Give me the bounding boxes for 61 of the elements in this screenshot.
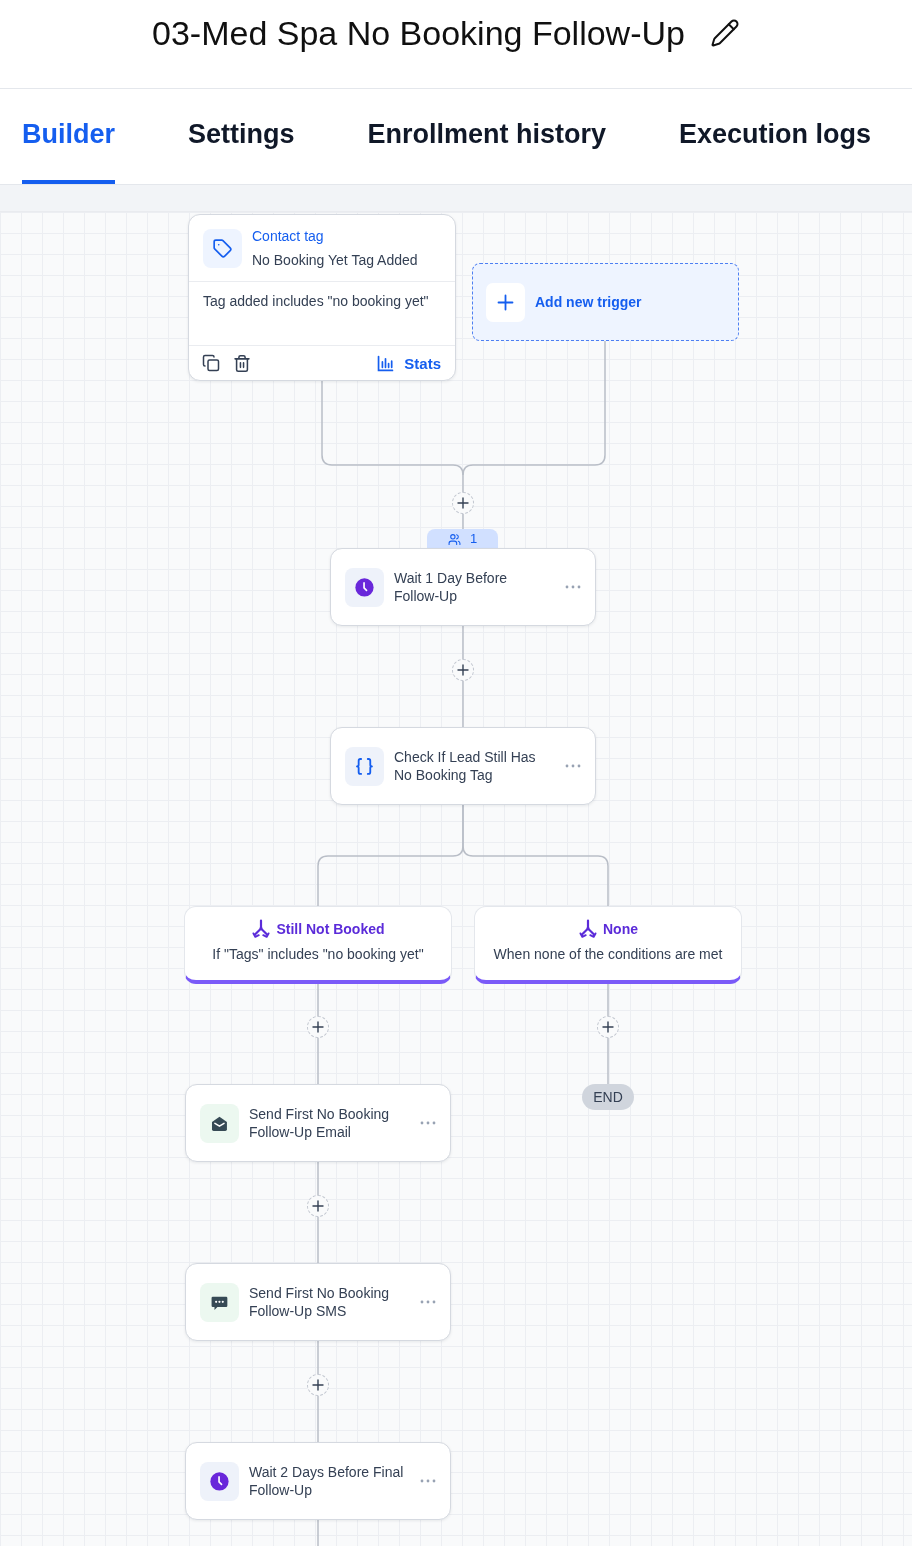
branch-name: Still Not Booked <box>276 919 385 938</box>
workflow-title: 03-Med Spa No Booking Follow-Up <box>152 13 685 53</box>
add-step-button[interactable] <box>307 1016 329 1038</box>
tab[interactable]: Settings <box>188 89 295 184</box>
plus-icon <box>312 1379 324 1391</box>
chat-bubble-icon <box>200 1282 239 1322</box>
step-title: Send First No Booking Follow-Up SMS <box>249 1284 391 1320</box>
end-marker: END <box>582 1084 634 1110</box>
step-card[interactable]: Check If Lead Still Has No Booking Tag <box>330 727 596 805</box>
braces-icon <box>345 746 384 786</box>
tag-icon <box>203 228 242 268</box>
trigger-card[interactable]: Contact tag No Booking Yet Tag Added Tag added includes "no booking yet" Stats <box>188 214 456 381</box>
step-title: Wait 1 Day Before Follow-Up <box>394 569 509 605</box>
pencil-icon[interactable] <box>709 18 740 48</box>
step-card[interactable]: Send First No Booking Follow-Up SMS <box>185 1263 451 1341</box>
plus-icon <box>457 497 469 509</box>
ellipsis-icon[interactable] <box>565 764 581 768</box>
split-arrows-icon <box>578 918 598 939</box>
plus-icon <box>602 1021 614 1033</box>
branch-condition: If "Tags" includes "no booking yet" <box>212 944 424 963</box>
branch-card[interactable]: None When none of the conditions are met <box>474 906 742 984</box>
step-card[interactable]: Send First No Booking Follow-Up Email <box>185 1084 451 1162</box>
add-step-button[interactable] <box>597 1016 619 1038</box>
ellipsis-icon[interactable] <box>420 1300 436 1304</box>
tab[interactable]: Execution logs <box>679 89 872 184</box>
trash-icon[interactable] <box>234 354 250 372</box>
plus-icon <box>486 282 525 322</box>
add-step-button[interactable] <box>452 659 474 681</box>
step-card[interactable]: Wait 2 Days Before Final Follow-Up <box>185 1442 451 1520</box>
step-title: Wait 2 Days Before Final Follow-Up <box>249 1463 405 1499</box>
branch-name: None <box>603 919 638 938</box>
stats-button[interactable]: Stats <box>377 354 441 372</box>
connector-line <box>462 513 464 530</box>
enrolled-count: 1 <box>469 531 478 547</box>
copy-icon[interactable] <box>202 354 220 372</box>
branch-card[interactable]: Still Not Booked If "Tags" includes "no booking yet" <box>184 906 452 984</box>
add-trigger-button[interactable]: Add new trigger <box>472 263 739 341</box>
plus-icon <box>312 1200 324 1212</box>
add-step-button[interactable] <box>307 1374 329 1396</box>
bar-chart-icon <box>377 354 395 372</box>
trigger-condition: Tag added includes "no booking yet" <box>203 293 429 309</box>
clock-icon <box>345 567 384 607</box>
branch-condition: When none of the conditions are met <box>493 944 723 963</box>
users-icon <box>447 532 461 546</box>
clock-icon <box>200 1461 239 1501</box>
trigger-name: No Booking Yet Tag Added <box>252 251 418 269</box>
step-title: Send First No Booking Follow-Up Email <box>249 1105 391 1141</box>
step-card[interactable]: Wait 1 Day Before Follow-Up <box>330 548 596 626</box>
add-step-button[interactable] <box>452 492 474 514</box>
ellipsis-icon[interactable] <box>420 1479 436 1483</box>
tab[interactable]: Enrollment history <box>367 89 607 184</box>
open-envelope-icon <box>200 1103 239 1143</box>
trigger-type: Contact tag <box>252 227 325 245</box>
plus-icon <box>457 664 469 676</box>
connector-line <box>317 1519 319 1546</box>
step-title: Check If Lead Still Has No Booking Tag <box>394 748 537 784</box>
split-arrows-icon <box>251 918 272 939</box>
ellipsis-icon[interactable] <box>565 585 581 589</box>
plus-icon <box>312 1021 324 1033</box>
ellipsis-icon[interactable] <box>420 1121 436 1125</box>
add-step-button[interactable] <box>307 1195 329 1217</box>
